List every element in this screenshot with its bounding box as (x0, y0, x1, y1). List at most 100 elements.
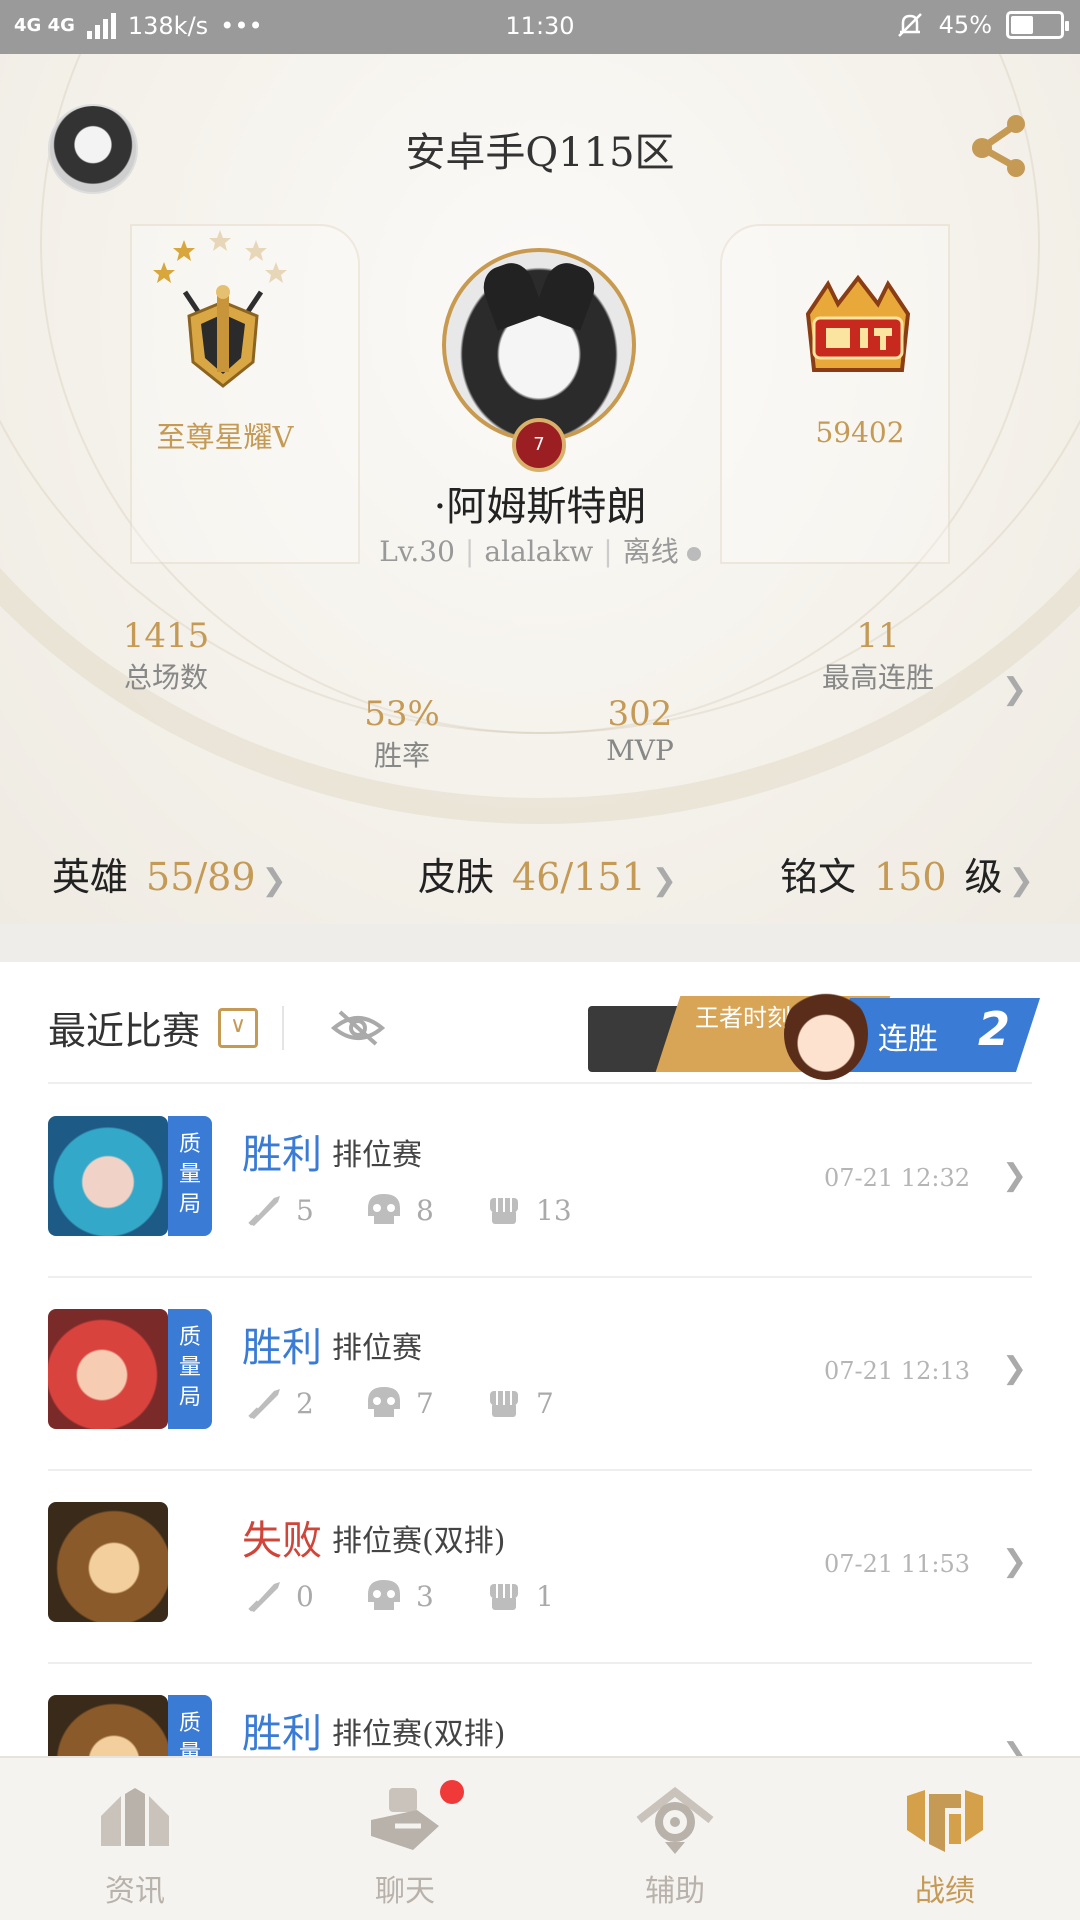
match-row[interactable]: 失败 排位赛(双排) 0 3 1 07-21 11:53 ❯ (0, 1470, 1080, 1663)
notification-dot (440, 1780, 464, 1804)
recent-header: 最近比赛 ∨ (48, 1000, 386, 1055)
skins-owned: 46 (512, 855, 561, 899)
battery-fill (1011, 16, 1033, 34)
skull-icon (368, 1580, 400, 1610)
match-mode: 排位赛(双排) (332, 1717, 506, 1752)
deaths: 8 (416, 1193, 434, 1227)
battery-icon (1006, 11, 1069, 39)
server-title: 安卓手Q115区 (405, 130, 675, 176)
match-result: 胜利 (242, 1325, 322, 1371)
stat-label: 总场数 (123, 661, 208, 694)
nav-item-record[interactable]: 战绩 (810, 1758, 1080, 1920)
heroes-total: /89 (194, 855, 256, 899)
stat-mvp: 302 MVP (540, 694, 740, 767)
player-name: ·阿姆斯特朗 (433, 484, 647, 530)
section-divider (0, 924, 1080, 962)
sword-icon (248, 1196, 280, 1226)
skins-link[interactable]: 皮肤 46/151 ❯ (418, 846, 677, 901)
header-separator (282, 1005, 285, 1050)
fist-icon (490, 1391, 518, 1417)
status-bar: 4G 4G 138k/s ••• 11:30 45% (0, 0, 1080, 54)
chevron-down-icon[interactable]: ∨ (218, 1007, 259, 1048)
chevron-right-icon: ❯ (1002, 1544, 1028, 1579)
match-time: 07-21 11:53 (824, 1550, 970, 1578)
kda-stats: 5 8 13 (244, 1192, 604, 1228)
match-result: 失败 (242, 1518, 322, 1564)
runes-level: 150 (874, 855, 947, 899)
recent-title: 最近比赛 (48, 1009, 201, 1053)
nav-item-assist[interactable]: 辅助 (540, 1758, 810, 1920)
stat-value: 1415 (122, 616, 210, 656)
nav-item-chat[interactable]: 聊天 (270, 1758, 540, 1920)
hero-portrait (784, 988, 868, 1080)
heroes-owned: 55 (146, 855, 195, 899)
heroes-link[interactable]: 英雄 55/89 ❯ (52, 846, 287, 901)
runes-link[interactable]: 铭文 150 级 ❯ (780, 846, 1034, 901)
streak-count: 2 (978, 1002, 1011, 1056)
kda-stats: 0 3 1 (244, 1578, 604, 1614)
player-avatar[interactable] (442, 248, 636, 442)
stat-label: 胜率 (373, 739, 430, 772)
glory-moment-banner[interactable]: 王者时刻 连胜 2 (588, 988, 1041, 1082)
hero-thumbnail (48, 1502, 168, 1622)
recent-matches: 最近比赛 ∨ 王者时刻 连胜 2 质量局 胜利 排位赛 5 8 13 07-21… (0, 962, 1080, 1756)
sword-icon (248, 1582, 280, 1612)
match-mode: 排位赛 (332, 1331, 422, 1366)
skins-label: 皮肤 (418, 855, 495, 899)
hero-thumbnail (48, 1695, 168, 1756)
stats-chevron-right-icon[interactable]: ❯ (1002, 672, 1027, 707)
rank-emblem-icon[interactable] (175, 282, 271, 394)
sword-icon (248, 1389, 280, 1419)
chevron-right-icon: ❯ (1008, 863, 1034, 898)
user-avatar[interactable] (48, 104, 138, 194)
match-mode: 排位赛 (332, 1138, 422, 1173)
chevron-right-icon: ❯ (261, 863, 287, 898)
quality-badge: 质量局 (168, 1116, 212, 1236)
stat-total-games: 1415 总场数 (66, 616, 266, 696)
star-icon (265, 262, 287, 283)
assists: 13 (536, 1193, 572, 1227)
heroes-label: 英雄 (52, 855, 129, 899)
star-icon (209, 230, 231, 251)
assists: 1 (536, 1579, 554, 1613)
match-time: 07-21 12:32 (824, 1164, 970, 1192)
hero-thumbnail (48, 1309, 168, 1429)
share-icon[interactable] (968, 110, 1032, 180)
match-time: 07-21 12:13 (824, 1357, 970, 1385)
chevron-right-icon: ❯ (1002, 1158, 1028, 1193)
runes-unit: 级 (964, 855, 1003, 899)
meta-separator: | (464, 535, 475, 568)
assists: 7 (536, 1386, 554, 1420)
match-row[interactable]: 质量局 胜利 排位赛 5 8 13 07-21 12:32 ❯ (0, 1084, 1080, 1277)
rank-stars (153, 230, 287, 283)
fist-icon (490, 1584, 518, 1610)
nav-item-news[interactable]: 资讯 (0, 1758, 270, 1920)
stat-value: 302 (607, 694, 673, 734)
news-icon (101, 1788, 169, 1846)
kills: 2 (296, 1386, 314, 1420)
battle-festival-icon[interactable] (798, 274, 918, 384)
online-status: 离线 (622, 535, 679, 568)
quality-badge: 质量局 (168, 1309, 212, 1429)
chat-icon (371, 1788, 439, 1850)
stat-value: 11 (856, 616, 900, 656)
profile-header: 安卓手Q115区 至尊星耀V 7 59402 ·阿姆斯特朗 Lv.30 | al… (0, 54, 1080, 924)
stat-win-rate: 53% 胜率 (302, 694, 502, 774)
hero-thumbnail (48, 1116, 168, 1236)
stat-label: 最高连胜 (821, 661, 934, 694)
assist-icon (636, 1786, 714, 1854)
star-icon (153, 262, 175, 283)
hide-eye-icon[interactable] (330, 1008, 386, 1048)
status-right: 45% (895, 10, 1069, 40)
match-row[interactable]: 质量局 胜利 排位赛(双排) ❯ (0, 1663, 1080, 1756)
nav-label: 资讯 (105, 1874, 165, 1909)
match-row[interactable]: 质量局 胜利 排位赛 2 7 7 07-21 12:13 ❯ (0, 1277, 1080, 1470)
match-result: 胜利 (242, 1711, 322, 1756)
level-badge: 7 (512, 418, 566, 472)
fist-icon (490, 1198, 518, 1224)
collections-row: 英雄 55/89 ❯ 皮肤 46/151 ❯ 铭文 150 级 ❯ (0, 828, 1080, 924)
skins-total: /151 (560, 855, 646, 899)
nav-label: 辅助 (645, 1874, 705, 1909)
meta-separator: | (603, 535, 613, 568)
nav-label: 战绩 (915, 1874, 975, 1909)
